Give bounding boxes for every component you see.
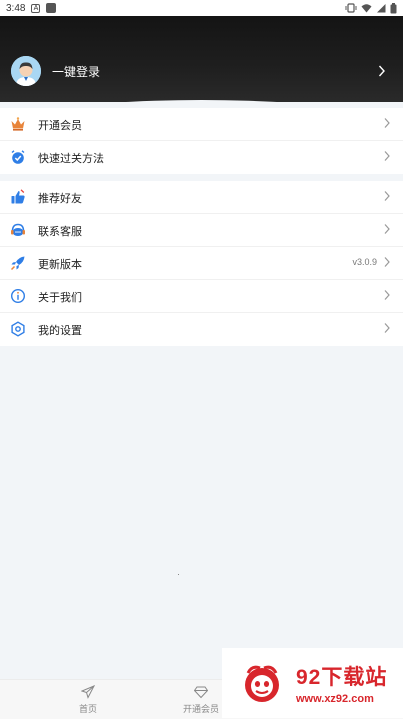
profile-header: 一键登录 <box>0 16 403 102</box>
vibrate-icon <box>345 3 357 13</box>
notification-a-icon: A <box>31 3 41 13</box>
menu-item-label: 推荐好友 <box>38 193 82 205</box>
menu-item-quick-pass[interactable]: 快速过关方法 <box>0 141 403 174</box>
chevron-right-icon <box>384 191 390 201</box>
thumbs-up-icon <box>11 189 25 204</box>
watermark-url: www.xz92.com <box>296 693 374 705</box>
rocket-icon <box>10 256 25 271</box>
settings-icon <box>11 321 25 337</box>
wifi-icon <box>361 4 372 13</box>
menu-card-membership: 开通会员 快速过关方法 <box>0 108 403 174</box>
menu-item-recommend-friends[interactable]: 推荐好友 <box>0 181 403 214</box>
tab-label: 首页 <box>78 704 97 714</box>
menu-item-label: 开通会员 <box>38 120 82 132</box>
watermark-text: 92下载站 www.xz92.com <box>296 661 387 705</box>
version-value: v3.0.9 <box>352 257 377 267</box>
menu-item-label: 我的设置 <box>38 325 82 337</box>
tab-home[interactable]: 首页 <box>58 685 118 715</box>
paper-plane-icon <box>81 685 95 699</box>
menu-item-update-version[interactable]: 更新版本 v3.0.9 <box>0 247 403 280</box>
stray-dot <box>178 574 179 575</box>
watermark-title: 92下载站 <box>296 666 388 689</box>
menu-item-label: 更新版本 <box>38 259 82 271</box>
alarm-check-icon <box>11 150 25 164</box>
crown-icon <box>11 117 25 131</box>
user-avatar-icon <box>11 56 41 86</box>
menu-item-label: 联系客服 <box>38 226 82 238</box>
headset-icon <box>11 223 25 236</box>
chevron-right-icon <box>384 151 390 161</box>
chevron-right-icon <box>384 290 390 300</box>
status-bar: 3:48 A <box>0 0 403 16</box>
menu-item-contact-support[interactable]: 联系客服 <box>0 214 403 247</box>
menu-item-about-us[interactable]: 关于我们 <box>0 280 403 313</box>
battery-icon <box>390 2 397 13</box>
watermark-92xzz: 92下载站 www.xz92.com <box>222 648 403 718</box>
notification-app-icon <box>46 3 57 13</box>
one-click-login-label[interactable]: 一键登录 <box>52 63 100 80</box>
status-time: 3:48 <box>6 2 26 14</box>
avatar[interactable] <box>11 56 41 86</box>
header-curve <box>0 100 403 102</box>
menu-item-open-vip[interactable]: 开通会员 <box>0 108 403 141</box>
menu-item-my-settings[interactable]: 我的设置 <box>0 313 403 346</box>
watermark-logo-icon <box>245 665 279 702</box>
info-icon <box>10 288 26 304</box>
chevron-right-icon <box>384 257 390 267</box>
chevron-right-icon[interactable] <box>378 64 386 78</box>
menu-card-general: 推荐好友 联系客服 更新版本 v3.0.9 关于我们 我的设置 <box>0 181 403 346</box>
menu-item-label: 关于我们 <box>38 292 82 304</box>
diamond-icon <box>194 686 208 699</box>
chevron-right-icon <box>384 118 390 128</box>
chevron-right-icon <box>384 323 390 333</box>
chevron-right-icon <box>384 224 390 234</box>
signal-icon <box>377 4 386 13</box>
menu-item-label: 快速过关方法 <box>38 153 104 165</box>
